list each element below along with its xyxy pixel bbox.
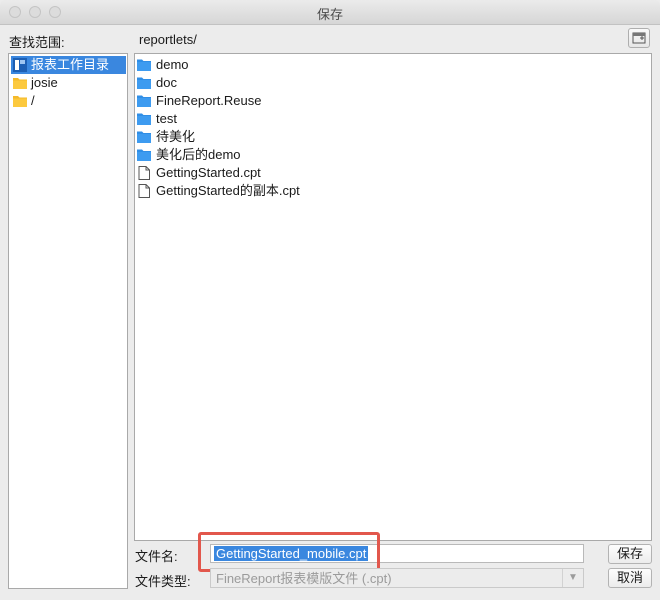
document-icon [138, 166, 150, 180]
save-button[interactable]: 保存 [608, 544, 652, 564]
file-name: 待美化 [156, 129, 196, 144]
file-name: FineReport.Reuse [156, 93, 262, 108]
file-name: doc [156, 75, 177, 90]
chevron-down-icon: ▼ [562, 569, 583, 587]
file-type-label: 文件类型: [135, 574, 191, 589]
file-name-label: 文件名: [135, 549, 178, 564]
document-icon [138, 184, 150, 198]
save-dialog: 保存 查找范围: reportlets/ 报表工作目录 josie / demo… [0, 0, 660, 600]
folder-icon [13, 96, 27, 107]
folder-icon [137, 77, 151, 89]
file-type-value: FineReport报表模版文件 (.cpt) [216, 571, 392, 586]
file-name: GettingStarted的副本.cpt [156, 183, 300, 198]
folder-icon [137, 95, 151, 107]
file-name: test [156, 111, 177, 126]
sidebar-item-label: josie [31, 75, 58, 90]
file-list: demo doc FineReport.Reuse test 待美化 美化后的d… [134, 53, 652, 541]
sidebar-item-label: 报表工作目录 [31, 57, 110, 72]
cancel-button[interactable]: 取消 [608, 568, 652, 588]
folder-icon [137, 149, 151, 161]
sidebar-item-root[interactable]: / [11, 92, 126, 110]
location-sidebar: 报表工作目录 josie / [8, 53, 128, 589]
file-name: 美化后的demo [156, 147, 241, 162]
folder-icon [13, 78, 27, 89]
title-bar: 保存 [0, 0, 660, 25]
look-in-label: 查找范围: [9, 35, 65, 50]
file-name: demo [156, 57, 189, 72]
folder-icon [137, 131, 151, 143]
folder-icon [137, 113, 151, 125]
highlight-box [198, 532, 380, 572]
sidebar-item-josie[interactable]: josie [11, 74, 126, 92]
new-folder-icon [632, 32, 646, 44]
new-folder-button[interactable] [628, 28, 650, 48]
folder-icon [137, 59, 151, 71]
file-type-select[interactable]: FineReport报表模版文件 (.cpt) ▼ [210, 568, 584, 588]
sidebar-item-report-workspace[interactable]: 报表工作目录 [11, 56, 126, 74]
sidebar-item-label: / [31, 93, 35, 108]
window-title: 保存 [316, 7, 343, 22]
current-path: reportlets/ [139, 32, 197, 47]
file-name: GettingStarted.cpt [156, 165, 261, 180]
report-workspace-icon [13, 58, 27, 72]
